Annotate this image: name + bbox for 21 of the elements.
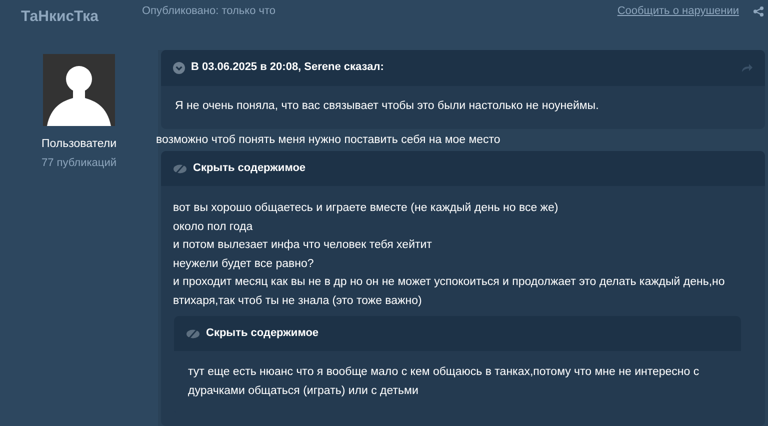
spoiler-text-line: около пол года — [173, 220, 254, 234]
spoiler-text-line: вот вы хорошо общаетесь и играете вместе (не каждый день но все же) — [173, 201, 560, 216]
spoiler-text-line: и проходит месяц как вы не в др но он не может успокоиться и продолжает это делать каждый день,но втихаря,так чтоб ты не знала (это тоже важно) — [173, 275, 726, 308]
spoiler-text-line: тут еще есть нюанс что я вообще мало с кем общаюсь в танках,потому что мне не интересно с дурачками общаться (играть) или с детьми — [188, 365, 700, 398]
quote-text: Я не очень поняла, что вас связывает чтобы это были настолько не ноунеймы. — [174, 98, 600, 114]
share-icon[interactable] — [753, 6, 764, 17]
author-name[interactable]: ТаНкисТка — [21, 6, 98, 28]
quote-header: В 03.06.2025 в 20:08, Serene сказал: — [191, 60, 384, 76]
chevron-circle-icon — [173, 62, 185, 74]
report-link[interactable]: Сообщить о нарушении — [617, 3, 739, 20]
spoiler-toggle[interactable]: Скрыть содержимое — [206, 325, 319, 342]
user-group: Пользователи — [41, 136, 117, 153]
post-date: Опубликовано: только что — [142, 4, 276, 19]
spoiler-text-line: и потом вылезает инфа что человек тебя хейтит — [173, 238, 433, 253]
eye-slash-icon — [186, 328, 200, 338]
post-text: возможно чтоб понять меня нужно поставить себя на мое место — [156, 132, 502, 148]
spoiler-text-line: неужели будет все равно? — [173, 256, 315, 272]
spoiler-toggle[interactable]: Скрыть содержимое — [193, 160, 306, 177]
post-count: 77 публикаций — [41, 156, 116, 171]
avatar-silhouette — [43, 54, 115, 126]
eye-slash-icon — [173, 164, 187, 174]
